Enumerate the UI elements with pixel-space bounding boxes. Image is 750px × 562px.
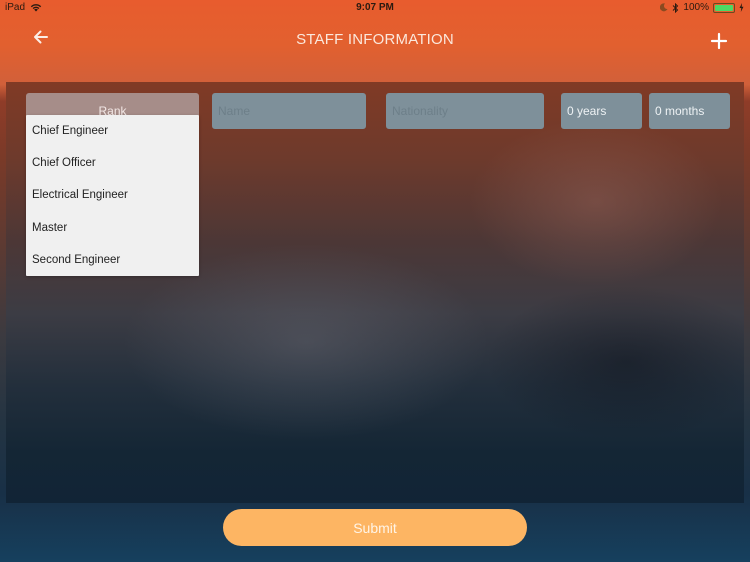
status-time: 9:07 PM — [356, 2, 394, 13]
months-select[interactable]: 0 months — [649, 93, 730, 129]
add-button[interactable] — [710, 32, 728, 50]
rank-option[interactable]: Electrical Engineer — [26, 179, 199, 211]
rank-option[interactable]: Chief Engineer — [26, 115, 199, 147]
submit-button[interactable]: Submit — [223, 509, 527, 546]
status-bar: iPad 9:07 PM 100% — [0, 0, 750, 16]
rank-option[interactable]: Chief Officer — [26, 147, 199, 179]
nationality-input[interactable] — [386, 93, 544, 129]
status-right: 100% — [660, 2, 744, 13]
battery-percent: 100% — [683, 2, 709, 13]
plus-icon — [710, 32, 728, 50]
bluetooth-icon — [673, 2, 679, 13]
months-value: 0 months — [655, 104, 705, 118]
nav-bar: STAFF INFORMATION — [0, 16, 750, 66]
years-select[interactable]: 0 years — [561, 93, 642, 129]
years-value: 0 years — [567, 104, 607, 118]
rank-dropdown: Chief Engineer Chief Officer Electrical … — [26, 115, 199, 276]
moon-icon — [660, 3, 668, 12]
page-title: STAFF INFORMATION — [296, 31, 454, 48]
rank-option[interactable]: Master — [26, 212, 199, 244]
name-input[interactable] — [212, 93, 366, 129]
battery-icon — [713, 2, 735, 13]
charging-icon — [739, 3, 744, 12]
rank-option[interactable]: Second Engineer — [26, 244, 199, 276]
battery-level — [715, 4, 733, 11]
